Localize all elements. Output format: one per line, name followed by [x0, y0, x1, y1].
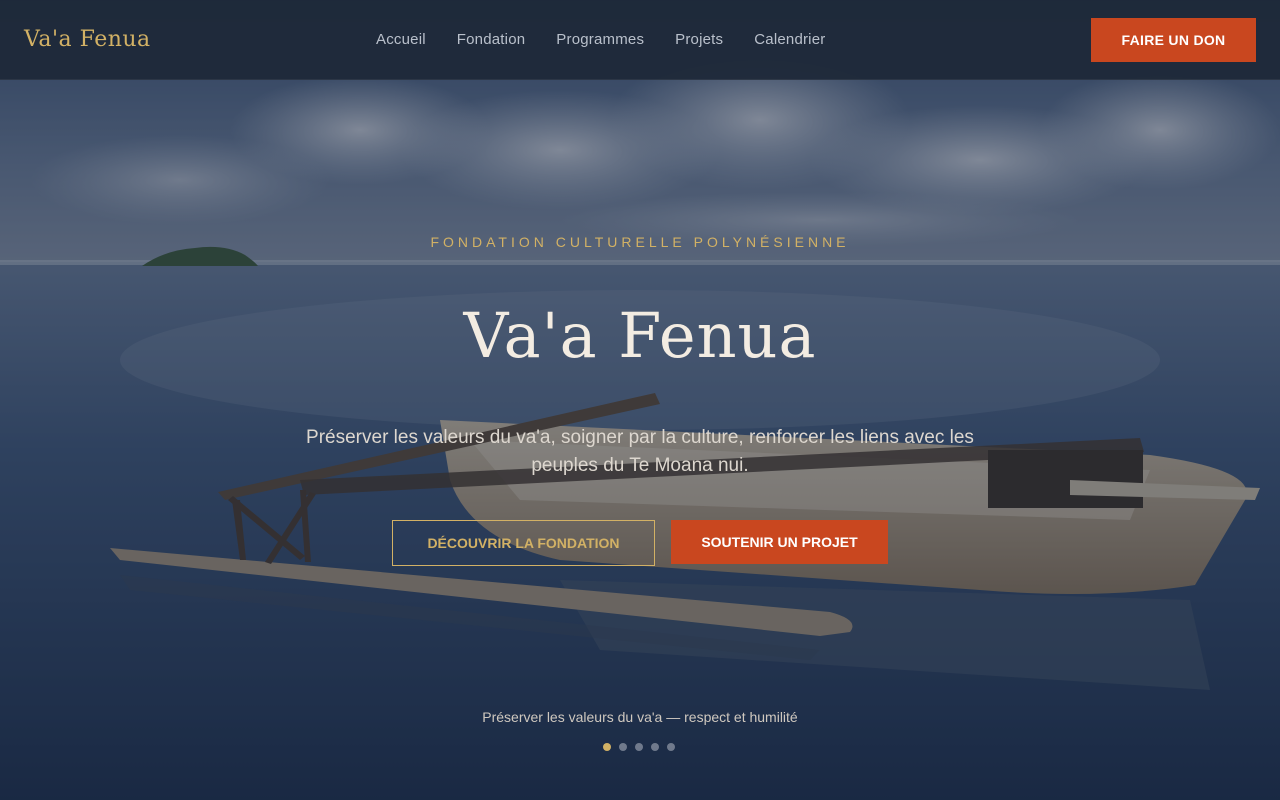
hero-eyebrow: FONDATION CULTURELLE POLYNÉSIENNE [430, 234, 850, 250]
donate-button[interactable]: FAIRE UN DON [1091, 18, 1256, 62]
primary-nav-menu: Accueil Fondation Programmes Projets Cal… [376, 28, 825, 52]
nav-link-accueil[interactable]: Accueil [376, 31, 426, 48]
slide-dot-5[interactable] [667, 743, 675, 751]
discover-foundation-button[interactable]: DÉCOUVRIR LA FONDATION [392, 520, 655, 566]
top-navigation-bar: Va'a Fenua Accueil Fondation Programmes … [0, 0, 1280, 80]
slide-caption: Préserver les valeurs du va'a — respect … [482, 709, 798, 725]
slider-pagination [603, 743, 675, 753]
nav-link-fondation[interactable]: Fondation [457, 31, 526, 48]
nav-item-programmes: Programmes [556, 28, 644, 52]
nav-item-accueil: Accueil [376, 28, 426, 52]
nav-link-programmes[interactable]: Programmes [556, 31, 644, 48]
nav-item-calendrier: Calendrier [754, 28, 825, 52]
nav-item-fondation: Fondation [457, 28, 526, 52]
support-project-button[interactable]: SOUTENIR UN PROJET [671, 520, 888, 564]
slide-dot-3[interactable] [635, 743, 643, 751]
site-logo[interactable]: Va'a Fenua [24, 24, 151, 56]
slide-dot-1[interactable] [603, 743, 611, 751]
hero-title: Va'a Fenua [463, 299, 817, 372]
hero-tagline: Préserver les valeurs du va'a, soigner p… [306, 427, 974, 476]
nav-link-calendrier[interactable]: Calendrier [754, 31, 825, 48]
hero-section: FONDATION CULTURELLE POLYNÉSIENNE Va'a F… [0, 0, 1280, 800]
slide-dot-4[interactable] [651, 743, 659, 751]
nav-item-projets: Projets [675, 28, 723, 52]
nav-link-projets[interactable]: Projets [675, 31, 723, 48]
slide-dot-2[interactable] [619, 743, 627, 751]
